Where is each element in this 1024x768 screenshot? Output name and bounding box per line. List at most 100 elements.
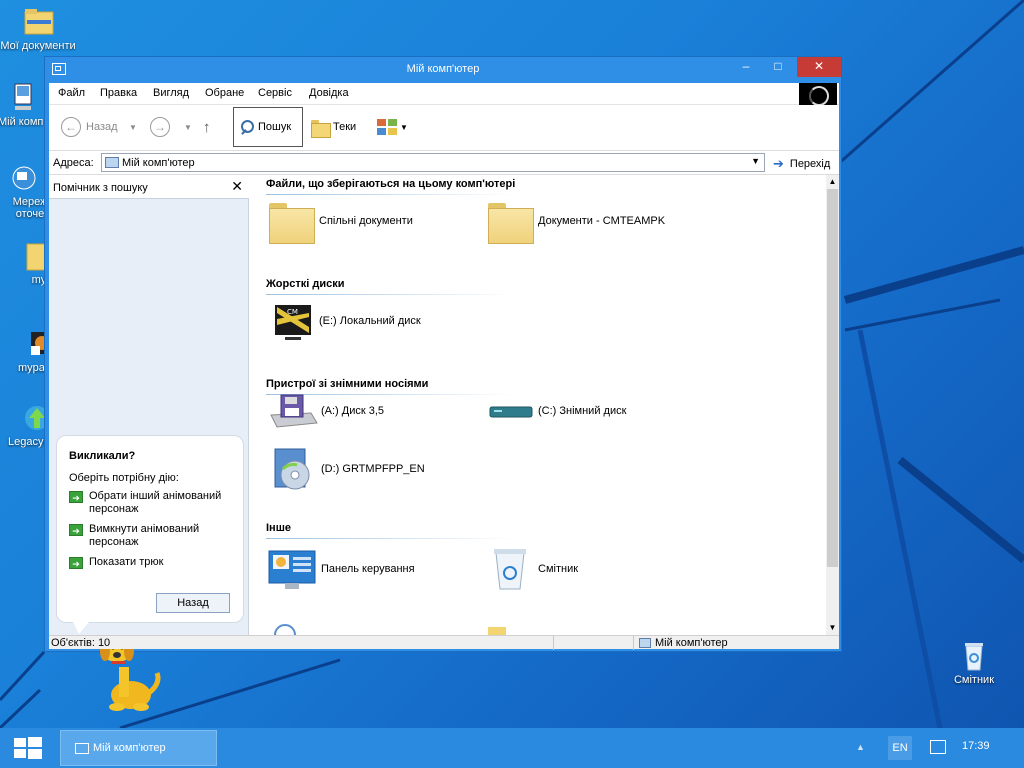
views-button[interactable]: ▼ xyxy=(377,115,408,139)
item-disk-e[interactable]: CM (E:) Локальний диск xyxy=(271,299,421,343)
address-label: Адреса: xyxy=(53,157,94,169)
desktop-icon-my-documents[interactable]: Мої документи xyxy=(0,6,76,52)
group-header-files: Файли, що зберігаються на цьому комп'юте… xyxy=(266,178,516,190)
menu-tools[interactable]: Сервіс xyxy=(258,87,292,99)
computer-icon xyxy=(75,742,89,754)
item-label: (C:) Знімний диск xyxy=(538,405,627,417)
address-value: Мій комп'ютер xyxy=(122,157,195,169)
group-divider xyxy=(266,294,516,295)
menu-edit[interactable]: Правка xyxy=(100,87,137,99)
taskbar-clock[interactable]: 17:39 xyxy=(962,740,990,752)
toolbar: ← Назад ▼ → ▼ ↑ Пошук Теки ▼ xyxy=(49,105,839,151)
forward-arrow-icon: → xyxy=(150,117,170,137)
close-button[interactable]: ✕ xyxy=(797,57,841,77)
minimize-button[interactable]: – xyxy=(732,57,760,77)
menu-favorites[interactable]: Обране xyxy=(205,87,244,99)
assistant-header: Помічник з пошуку ✕ xyxy=(49,175,249,199)
language-indicator[interactable]: EN xyxy=(888,736,912,760)
views-icon xyxy=(377,118,399,136)
vertical-scrollbar[interactable]: ▲ ▼ xyxy=(826,175,839,635)
folders-icon xyxy=(311,118,331,138)
start-button-windows-icon[interactable] xyxy=(10,736,46,760)
removable-drive-icon xyxy=(489,406,533,418)
option-choose-character[interactable]: ➔ Обрати інший анімований персонаж xyxy=(69,490,239,516)
back-button[interactable]: ← Назад xyxy=(61,115,118,139)
recycle-bin-icon xyxy=(957,640,991,672)
search-label: Пошук xyxy=(258,121,292,133)
item-shared-documents[interactable]: Спільні документи xyxy=(267,199,413,244)
desktop-icon-label: Смітник xyxy=(953,674,995,686)
back-dropdown[interactable]: ▼ xyxy=(129,115,137,139)
cd-drive-icon xyxy=(274,448,310,490)
option-label: Вимкнути анімований персонаж xyxy=(89,523,200,548)
back-label: Назад xyxy=(86,121,118,133)
assistant-close-icon[interactable]: ✕ xyxy=(231,178,243,195)
go-label: Перехід xyxy=(789,158,831,170)
folders-button[interactable]: Теки xyxy=(311,115,356,139)
status-location: Мій комп'ютер xyxy=(639,637,728,649)
address-bar: Адреса: Мій комп'ютер ▼ ➔ Перехід xyxy=(49,151,839,175)
item-disk-a-row[interactable]: (A:) Диск 3,5 xyxy=(267,389,384,433)
item-disk-c[interactable]: (C:) Знімний диск xyxy=(486,389,626,433)
up-button[interactable]: ↑ xyxy=(203,115,211,139)
balloon-subtitle: Оберіть потрібну дію: xyxy=(69,472,179,484)
green-arrow-icon: ➔ xyxy=(69,557,83,569)
scroll-thumb[interactable] xyxy=(827,189,838,567)
item-disk-d[interactable]: (D:) GRTMPFPP_EN xyxy=(267,445,425,493)
search-assistant-pane: Помічник з пошуку ✕ Викликали? Оберіть п… xyxy=(49,175,249,711)
scroll-up-icon[interactable]: ▲ xyxy=(826,175,839,189)
folder-icon xyxy=(486,199,534,244)
forward-dropdown[interactable]: ▼ xyxy=(184,115,192,139)
item-label: (A:) Диск 3,5 xyxy=(321,405,385,417)
balloon-back-button[interactable]: Назад xyxy=(156,593,230,613)
floppy-drive-icon xyxy=(270,394,318,428)
option-show-trick[interactable]: ➔ Показати трюк xyxy=(69,556,239,569)
item-user-documents[interactable]: Документи - CMTEAMPK xyxy=(486,199,665,244)
taskbar-item-my-computer[interactable]: Мій комп'ютер xyxy=(60,730,217,766)
title-bar[interactable]: Мій комп'ютер – □ ✕ xyxy=(45,57,841,83)
menu-file[interactable]: Файл xyxy=(58,87,85,99)
folder-icon-partial xyxy=(488,627,506,635)
network-icon-partial xyxy=(274,624,296,635)
menu-help[interactable]: Довідка xyxy=(309,87,349,99)
item-control-panel[interactable]: Панель керування xyxy=(267,545,415,593)
network-icon xyxy=(7,162,41,194)
computer-icon xyxy=(639,638,651,648)
option-disable-character[interactable]: ➔ Вимкнути анімований персонаж xyxy=(69,523,239,549)
menu-view[interactable]: Вигляд xyxy=(153,87,189,99)
hard-disk-icon: CM xyxy=(275,305,311,340)
go-button[interactable]: ➔ Перехід xyxy=(773,156,830,172)
network-tray-icon[interactable] xyxy=(930,740,946,754)
group-divider xyxy=(266,194,516,195)
option-label: Показати трюк xyxy=(89,556,164,568)
folder-icon xyxy=(267,199,315,244)
item-label: Панель керування xyxy=(321,563,415,575)
status-separator xyxy=(553,636,554,650)
taskbar: Мій комп'ютер ▲ EN 17:39 xyxy=(0,728,1024,768)
group-divider xyxy=(266,538,516,539)
windows-throbber-icon xyxy=(799,83,837,106)
option-label: Обрати інший анімований персонаж xyxy=(89,490,222,515)
address-dropdown-icon[interactable]: ▼ xyxy=(751,156,760,166)
tray-expand-icon[interactable]: ▲ xyxy=(856,742,865,752)
address-field[interactable]: Мій комп'ютер ▼ xyxy=(101,153,765,172)
explorer-window: Мій комп'ютер – □ ✕ Файл Правка Вигляд О… xyxy=(44,56,842,711)
assistant-balloon: Викликали? Оберіть потрібну дію: ➔ Обрат… xyxy=(56,435,244,634)
item-recycle-bin[interactable]: Смітник xyxy=(486,545,578,593)
assistant-title: Помічник з пошуку xyxy=(53,182,148,194)
item-label: Смітник xyxy=(538,563,579,575)
computer-icon xyxy=(3,82,37,114)
status-separator xyxy=(633,636,634,650)
computer-icon xyxy=(105,157,119,168)
scroll-down-icon[interactable]: ▼ xyxy=(826,621,839,635)
forward-button[interactable]: → xyxy=(150,115,170,139)
status-location-label: Мій комп'ютер xyxy=(655,637,728,649)
balloon-title: Викликали? xyxy=(69,450,136,462)
balloon-tail xyxy=(73,622,89,634)
green-arrow-icon: ➔ xyxy=(69,524,83,536)
status-bar: Об'єктів: 10 Мій комп'ютер xyxy=(49,635,839,650)
maximize-button[interactable]: □ xyxy=(764,57,792,77)
window-title: Мій комп'ютер xyxy=(406,63,480,75)
search-button[interactable]: Пошук xyxy=(233,107,303,147)
desktop-icon-recycle-bin[interactable]: Смітник xyxy=(936,640,1012,686)
